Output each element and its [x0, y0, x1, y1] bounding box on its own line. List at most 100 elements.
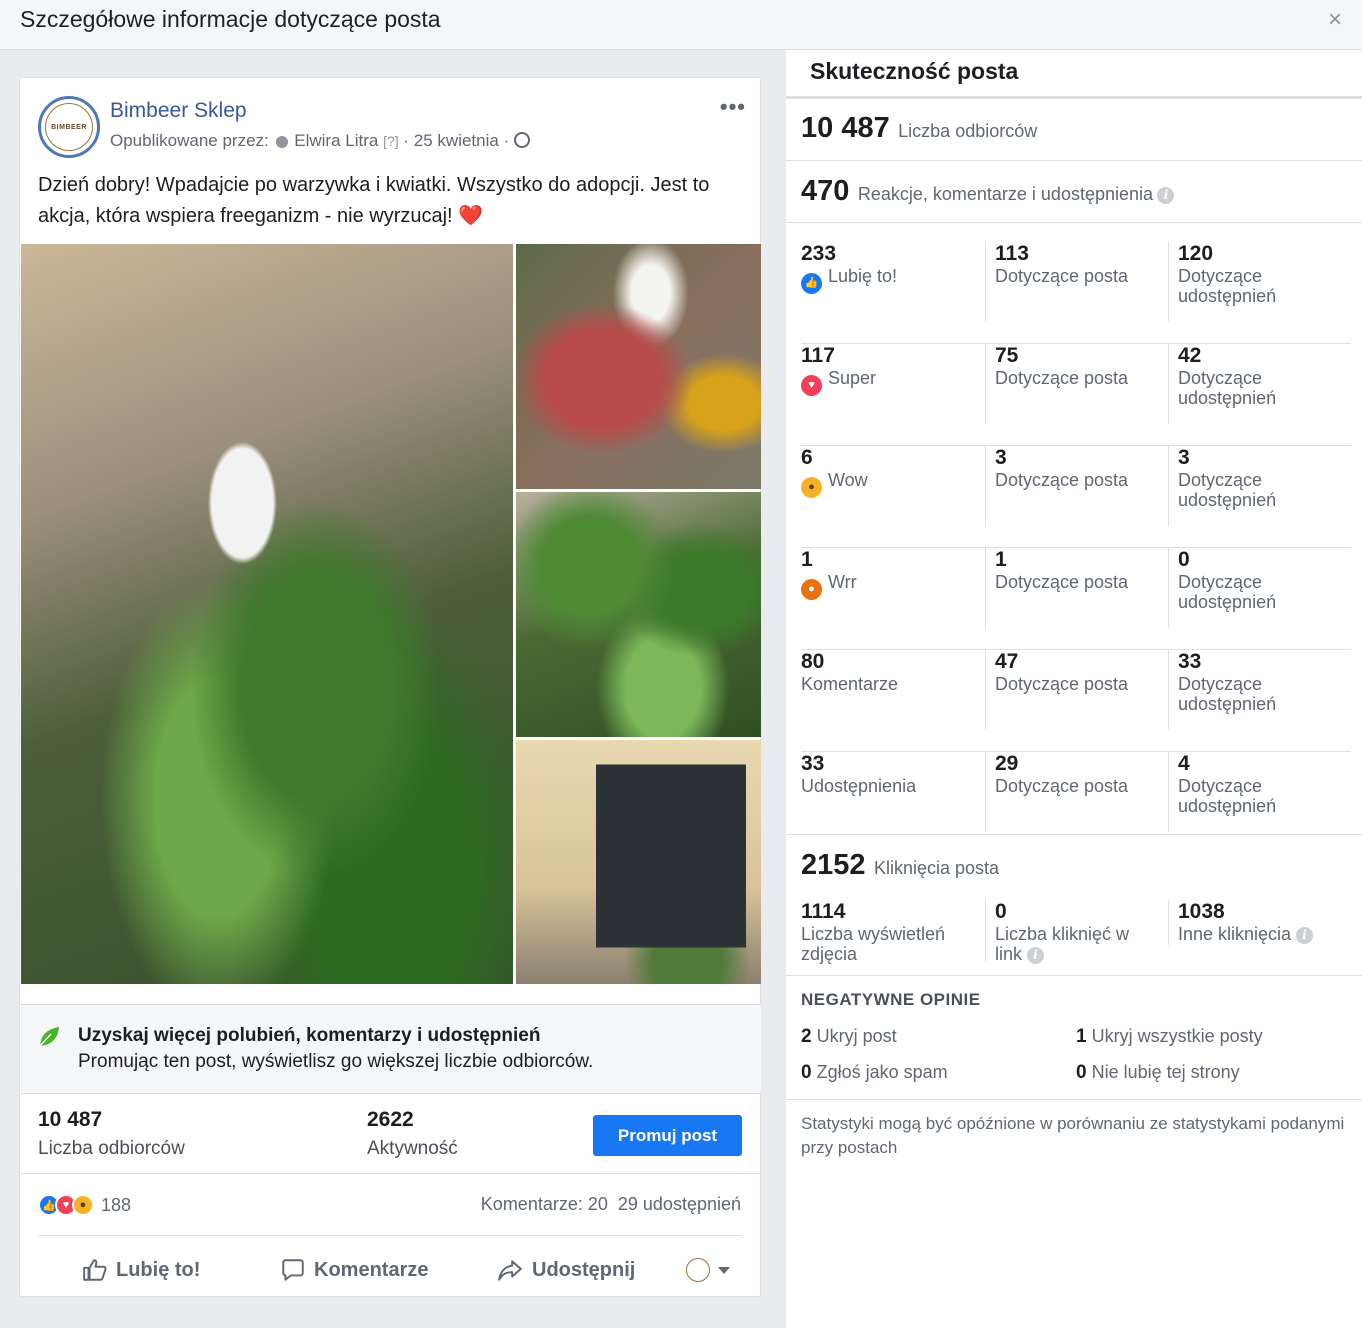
post-photo-storefront[interactable] [516, 740, 761, 984]
spam-label: Zgłoś jako spam [816, 1062, 948, 1082]
divider [786, 160, 1362, 161]
on-shares-label: Dotyczące udostępnień [1178, 776, 1277, 816]
dialog-title: Szczegółowe informacje dotyczące posta [20, 6, 441, 32]
info-icon[interactable]: i [1027, 947, 1045, 964]
thumbs-up-icon [83, 1259, 107, 1281]
activity-stat: 2622 Aktywność [367, 1108, 458, 1160]
like-button[interactable]: Lubię to! [82, 1250, 200, 1290]
close-icon[interactable]: × [1328, 6, 1342, 34]
page-logo: BIMBEER [45, 103, 93, 151]
hide-post-value: 2 [801, 1026, 812, 1047]
total-value: 80 [801, 650, 825, 673]
wow-reaction-icon: ● [72, 1194, 94, 1216]
chevron-down-icon [718, 1266, 730, 1274]
photo-views-label: Liczba wyświetleń zdjęcia [801, 924, 946, 964]
post-meta: Opublikowane przez: Elwira Litra [?] · 2… [110, 131, 530, 151]
help-link[interactable]: [?] [383, 133, 399, 149]
on-shares-label: Dotyczące udostępnień [1178, 674, 1277, 714]
share-button[interactable]: Udostępnij [496, 1250, 635, 1290]
on-post-label: Dotyczące posta [995, 470, 1129, 490]
link-clicks-cell: 0 Liczba kliknięć w link i [985, 900, 1160, 964]
on-shares-cell: 4 Dotyczące udostępnień [1168, 752, 1343, 832]
on-post-value: 1 [995, 548, 1007, 571]
page-mini-avatar [686, 1258, 710, 1282]
promote-post-button[interactable]: Promuj post [593, 1115, 742, 1156]
activity-value: 2622 [367, 1108, 414, 1131]
reach-total-label: Liczba odbiorców [898, 121, 1038, 141]
on-shares-value: 33 [1178, 650, 1202, 673]
reaction-count: 188 [101, 1194, 132, 1215]
total-cell: 233 👍 Lubię to! [801, 242, 976, 294]
on-shares-label: Dotyczące udostępnień [1178, 368, 1277, 408]
divider [21, 1173, 761, 1174]
hide-all-label: Ukryj wszystkie posty [1091, 1026, 1263, 1046]
promo-title: Uzyskaj więcej polubień, komentarzy i ud… [78, 1025, 541, 1046]
hide-post-label: Ukryj post [816, 1026, 897, 1046]
post-photo-seedlings[interactable] [516, 492, 761, 737]
separator-dot: · [403, 131, 410, 150]
total-label: Wow [828, 470, 868, 490]
page-name-link[interactable]: Bimbeer Sklep [110, 99, 247, 123]
engagement-counts: Komentarze: 20 29 udostępnień [481, 1194, 741, 1215]
comment-button[interactable]: Komentarze [280, 1250, 428, 1290]
clicks-total: 2152 [801, 849, 866, 881]
hide-all-value: 1 [1076, 1026, 1087, 1047]
post-date[interactable]: 25 kwietnia [414, 131, 499, 150]
total-cell: 6 ● Wow [801, 446, 976, 498]
on-post-label: Dotyczące posta [995, 368, 1129, 388]
breakdown-row-wow: 6 ● Wow 3 Dotyczące posta 3 Dotyczące udo… [801, 446, 1351, 548]
on-shares-label: Dotyczące udostępnień [1178, 572, 1277, 612]
share-icon [498, 1260, 522, 1281]
love-reaction-icon: ♥ [801, 375, 822, 396]
post-photo-strawberries[interactable] [516, 244, 761, 489]
photo-views-value: 1114 [801, 900, 846, 923]
on-shares-label: Dotyczące udostępnień [1178, 266, 1277, 306]
other-clicks-cell: 1038 Inne kliknięcia i [1168, 900, 1343, 945]
unlike-stat: 0 Nie lubię tej strony [1076, 1062, 1240, 1084]
total-value: 1 [801, 548, 813, 571]
like-reaction-icon: 👍 [801, 273, 822, 294]
hide-all-stat: 1 Ukryj wszystkie posty [1076, 1026, 1263, 1048]
post-photo-main[interactable] [21, 244, 513, 984]
more-options-icon[interactable]: ••• [720, 94, 746, 120]
title-underline [786, 96, 1362, 99]
comment-icon [282, 1259, 304, 1281]
breakdown-row-love: 117 ♥ Super 75 Dotyczące posta 42 Dotyczą… [801, 344, 1351, 446]
other-clicks-label-wrap: Inne kliknięcia i [1178, 924, 1343, 944]
heart-emoji: ❤️ [458, 205, 484, 227]
breakdown-row-comments: 80 Komentarze 47 Dotyczące posta 33 Doty… [801, 650, 1351, 752]
total-label: Udostępnienia [801, 776, 917, 796]
on-shares-value: 4 [1178, 752, 1190, 775]
author-link[interactable]: Elwira Litra [294, 131, 378, 150]
reactions-summary[interactable]: 👍 ♥ ● 188 [38, 1191, 131, 1219]
post-card: BIMBEER Bimbeer Sklep Opublikowane przez… [19, 77, 761, 1297]
page-avatar[interactable]: BIMBEER [38, 96, 100, 158]
globe-icon[interactable] [513, 132, 530, 148]
total-label: Lubię to! [828, 266, 898, 286]
spam-value: 0 [801, 1062, 812, 1083]
total-cell: 1 ● Wrr [801, 548, 976, 600]
shares-count-link[interactable]: 29 udostępnień [618, 1194, 741, 1214]
other-clicks-label: Inne kliknięcia [1178, 924, 1292, 944]
dialog-header: Szczegółowe informacje dotyczące posta × [0, 0, 1362, 50]
reach-label: Liczba odbiorców [38, 1138, 185, 1159]
verified-icon [275, 135, 288, 148]
reach-stat: 10 487 Liczba odbiorców [38, 1108, 185, 1160]
engagement-total: 470 [801, 175, 850, 207]
on-post-cell: 29 Dotyczące posta [985, 752, 1160, 832]
on-shares-cell: 0 Dotyczące udostępnień [1168, 548, 1343, 628]
engagement-summary: 470 Reakcje, komentarze i udostępnienia … [801, 175, 1175, 208]
reach-summary: 10 487 Liczba odbiorców [801, 112, 1037, 145]
comments-count-link[interactable]: Komentarze: 20 [481, 1194, 608, 1214]
on-post-value: 47 [995, 650, 1019, 673]
post-as-selector[interactable] [686, 1250, 730, 1290]
wow-reaction-icon: ● [801, 477, 822, 498]
clicks-summary: 2152 Kliknięcia posta [801, 849, 999, 882]
info-icon[interactable]: i [1296, 927, 1314, 944]
on-post-cell: 113 Dotyczące posta [985, 242, 1160, 322]
on-post-cell: 75 Dotyczące posta [985, 344, 1160, 424]
negative-feedback-title: NEGATYWNE OPINIE [801, 990, 981, 1009]
total-value: 33 [801, 752, 825, 775]
stats-footnote: Statystyki mogą być opóźnione w porównan… [801, 1114, 1345, 1157]
info-icon[interactable]: i [1157, 187, 1175, 204]
